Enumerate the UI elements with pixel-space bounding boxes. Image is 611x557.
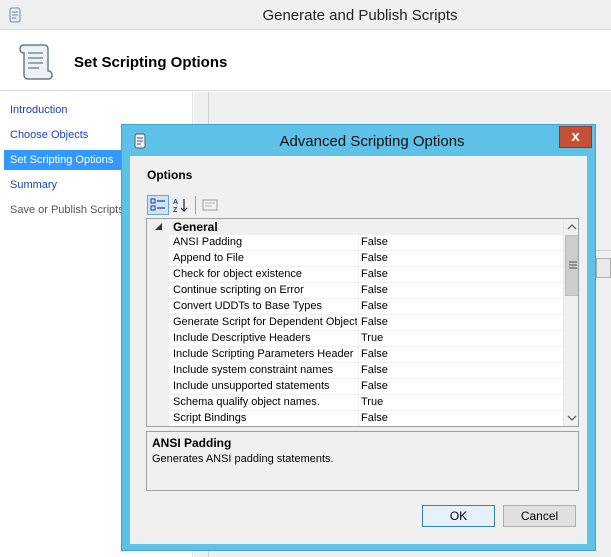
toolbar-separator (195, 196, 196, 214)
dialog-client: Options A Z General ANSI Padding False A… (130, 156, 587, 544)
scroll-up-icon[interactable] (564, 219, 579, 235)
svg-text:Z: Z (173, 207, 178, 214)
property-name: ANSI Padding (173, 236, 243, 248)
description-text: Generates ANSI padding statements. (152, 453, 334, 465)
column-splitter (358, 251, 359, 267)
property-pages-button (199, 195, 221, 215)
options-label: Options (147, 168, 193, 182)
property-value: False (361, 236, 388, 248)
column-splitter (358, 331, 359, 347)
property-row[interactable]: Include unsupported statements False (169, 379, 563, 395)
grid-margin (147, 219, 169, 426)
advanced-scripting-options-dialog: Advanced Scripting Options x Options A Z (121, 124, 596, 551)
svg-text:A: A (173, 199, 178, 206)
wizard-header: Set Scripting Options (0, 31, 611, 91)
property-row[interactable]: Append to File False (169, 251, 563, 267)
scrollbar-thumb[interactable] (565, 235, 578, 296)
close-icon: x (571, 128, 580, 145)
property-row[interactable]: Generate Script for Dependent Objects Fal… (169, 315, 563, 331)
dialog-title: Advanced Scripting Options (279, 133, 465, 150)
grip-icon (569, 261, 577, 269)
scroll-icon (134, 133, 146, 149)
property-name: Include Scripting Parameters Header (173, 348, 354, 360)
property-row[interactable]: Include Descriptive Headers True (169, 331, 563, 347)
property-row[interactable]: Convert UDDTs to Base Types False (169, 299, 563, 315)
column-splitter (358, 379, 359, 395)
property-grid: General ANSI Padding False Append to File F… (146, 218, 579, 427)
column-splitter (358, 267, 359, 283)
collapse-triangle-icon[interactable] (154, 222, 163, 231)
property-value: False (361, 316, 388, 328)
property-name: Include Descriptive Headers (173, 332, 311, 344)
alphabetical-sort-button[interactable]: A Z (170, 195, 192, 215)
property-value: True (361, 332, 384, 344)
property-value: False (361, 412, 388, 424)
property-name: Include unsupported statements (173, 380, 330, 392)
property-row[interactable]: Continue scripting on Error False (169, 283, 563, 299)
column-splitter (358, 283, 359, 299)
property-name: Script Bindings (173, 412, 247, 424)
property-value: False (361, 268, 388, 280)
column-splitter (358, 363, 359, 379)
hidden-button-edge (596, 258, 611, 278)
property-row[interactable]: Include system constraint names False (169, 363, 563, 379)
category-label: General (173, 220, 218, 234)
vertical-scrollbar[interactable] (563, 219, 579, 426)
column-splitter (358, 395, 359, 411)
property-value: True (361, 396, 384, 408)
nav-item-introduction[interactable]: Introduction (4, 100, 192, 120)
categorized-button[interactable] (147, 195, 169, 215)
property-row[interactable]: Check for object existence False (169, 267, 563, 283)
property-name: Generate Script for Dependent Objects (173, 316, 357, 328)
cancel-button[interactable]: Cancel (503, 505, 576, 527)
window-title: Generate and Publish Scripts (262, 7, 458, 24)
description-panel: ANSI Padding Generates ANSI padding stat… (146, 431, 579, 491)
column-splitter (358, 347, 359, 363)
property-value: False (361, 284, 388, 296)
categorized-icon (150, 198, 165, 211)
property-row[interactable]: Script Bindings False (169, 411, 563, 426)
property-value: False (361, 364, 388, 376)
property-name: Check for object existence (173, 268, 303, 280)
sort-az-icon: A Z (173, 199, 188, 214)
property-pages-icon (202, 199, 218, 211)
column-splitter (358, 411, 359, 426)
ok-button[interactable]: OK (422, 505, 495, 527)
property-name: Continue scripting on Error (173, 284, 304, 296)
column-splitter (358, 315, 359, 331)
category-row-general: General (147, 219, 563, 235)
property-value: False (361, 380, 388, 392)
column-splitter (358, 299, 359, 315)
property-value: False (361, 252, 388, 264)
property-row[interactable]: Schema qualify object names. True (169, 395, 563, 411)
property-name: Schema qualify object names. (173, 396, 320, 408)
property-name: Append to File (173, 252, 244, 264)
property-value: False (361, 300, 388, 312)
window-titlebar: Generate and Publish Scripts (0, 0, 611, 30)
page-title: Set Scripting Options (74, 54, 228, 71)
script-scroll-icon (19, 44, 53, 80)
column-splitter (358, 235, 359, 251)
property-row[interactable]: ANSI Padding False (169, 235, 563, 251)
scroll-icon (9, 7, 21, 23)
property-name: Convert UDDTs to Base Types (173, 300, 322, 312)
property-row[interactable]: Include Scripting Parameters Header False (169, 347, 563, 363)
close-button[interactable]: x (559, 126, 592, 148)
description-title: ANSI Padding (152, 436, 232, 450)
property-value: False (361, 348, 388, 360)
property-name: Include system constraint names (173, 364, 334, 376)
scroll-down-icon[interactable] (564, 410, 579, 426)
